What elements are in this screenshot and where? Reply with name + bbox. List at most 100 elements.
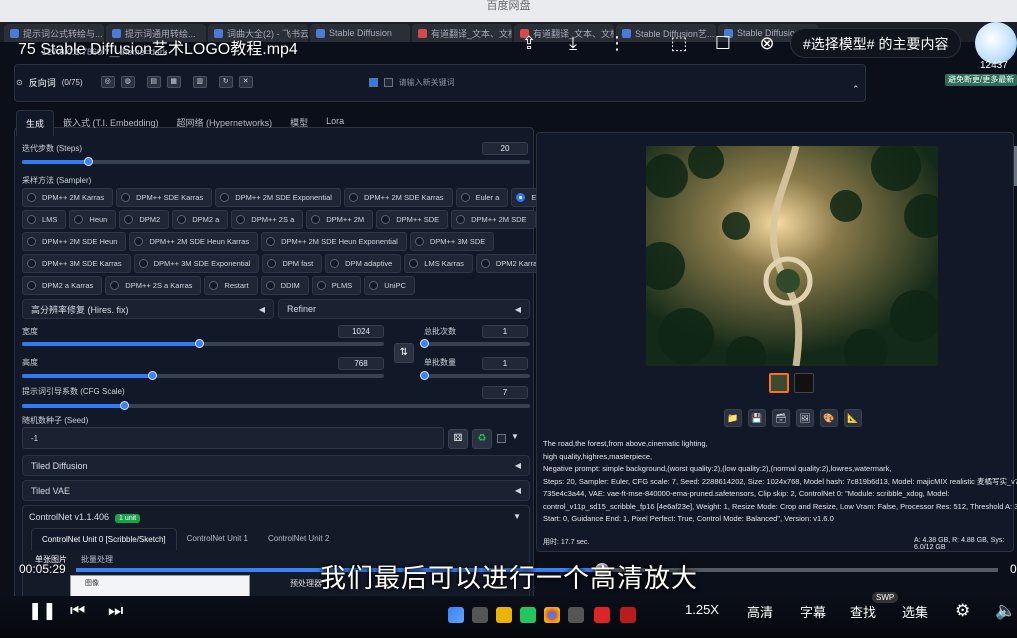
sampler-option[interactable]: DPM++ 3M SDE Karras xyxy=(22,254,131,273)
find-button[interactable]: 查找 xyxy=(850,602,876,621)
sampler-option[interactable]: DPM++ 3M SDE Exponential xyxy=(133,254,260,273)
captions-button[interactable]: 字幕 xyxy=(800,602,826,621)
cfg-slider[interactable] xyxy=(22,401,530,410)
sampler-option[interactable]: DPM++ 3M SDE xyxy=(409,232,495,251)
grid-icon[interactable]: ▥ xyxy=(192,76,207,88)
sampler-option[interactable]: DPM2 a Karras xyxy=(22,276,103,295)
sampler-option[interactable]: DPM++ 2M SDE xyxy=(451,210,536,229)
sampler-option[interactable]: DPM fast xyxy=(262,254,323,273)
sampler-option[interactable]: DPM++ 2M SDE Karras xyxy=(343,188,453,207)
chrome-icon[interactable] xyxy=(544,607,560,623)
sampler-option[interactable]: Heun xyxy=(69,210,117,229)
generated-image[interactable] xyxy=(646,146,938,366)
batch-size-slider[interactable] xyxy=(420,371,530,380)
hires-fix-section[interactable]: 高分辨率修复 (Hires. fix) ◀ xyxy=(22,299,274,319)
thumbnail-selected[interactable] xyxy=(769,373,789,393)
batch-size-input[interactable]: 1 xyxy=(482,357,528,370)
speed-button[interactable]: 1.25X xyxy=(685,602,719,617)
archive-icon[interactable]: 🗃 xyxy=(772,409,790,427)
refresh-icon[interactable]: ↻ xyxy=(218,76,233,88)
sampler-option[interactable]: DPM++ 2S a xyxy=(231,210,304,229)
wps-icon[interactable] xyxy=(594,607,610,623)
sampler-option[interactable]: DPM++ 2M SDE Heun Karras xyxy=(129,232,259,251)
steps-input[interactable]: 20 xyxy=(482,142,528,155)
img2img-icon[interactable]: 🖼 xyxy=(796,409,814,427)
episodes-button[interactable]: 选集 xyxy=(902,602,928,621)
explorer-icon[interactable] xyxy=(496,607,512,623)
sampler-option[interactable]: DPM++ 2M SDE Exponential xyxy=(215,188,341,207)
sampler-option[interactable]: LMS Karras xyxy=(404,254,473,273)
sampler-option[interactable]: DDIM xyxy=(260,276,309,295)
tab-batch[interactable]: 批量处理 xyxy=(81,554,113,565)
edge-icon[interactable] xyxy=(568,607,584,623)
prev-icon[interactable]: ⏮ xyxy=(70,601,85,621)
expand-icon[interactable]: ⊙ xyxy=(16,78,23,87)
chevron-down-icon[interactable]: ▼ xyxy=(513,512,521,521)
sampler-option[interactable]: DPM adaptive xyxy=(325,254,402,273)
sampler-option[interactable]: PLMS xyxy=(311,276,362,295)
tab-2[interactable]: 超网络 (Hypernetworks) xyxy=(168,110,282,136)
controlnet-unit-tab[interactable]: ControlNet Unit 0 [Scribble/Sketch] xyxy=(31,528,177,550)
tiled-vae-section[interactable]: Tiled VAE ◀ xyxy=(22,480,530,501)
browser-tab[interactable]: Stable Diffusion xyxy=(310,24,410,42)
controlnet-unit-tab[interactable]: ControlNet Unit 1 xyxy=(177,528,258,550)
keyword-toggle[interactable] xyxy=(383,77,393,87)
sampler-option[interactable]: DPM++ SDE xyxy=(376,210,449,229)
chevron-down-icon[interactable]: ▼ xyxy=(511,432,519,441)
recycle-icon[interactable]: ♻ xyxy=(472,429,492,449)
save-icon[interactable]: ▤ xyxy=(146,76,161,88)
tiled-diffusion-section[interactable]: Tiled Diffusion ◀ xyxy=(22,455,530,476)
ruler-icon[interactable]: 📐 xyxy=(844,409,862,427)
maximize-icon[interactable]: ☐ xyxy=(712,32,734,54)
url-bar[interactable]: 127.0.0.1:7860/?__theme=dark xyxy=(42,47,482,61)
keyword-checkbox[interactable] xyxy=(368,77,378,87)
keyword-search-input[interactable]: 请输入新关键词 xyxy=(399,77,455,88)
swap-dimensions-button[interactable]: ⇅ xyxy=(394,343,414,363)
palette-icon[interactable]: 🎨 xyxy=(820,409,838,427)
download-icon[interactable]: ⤓ xyxy=(562,32,584,54)
tab-3[interactable]: 模型 xyxy=(281,110,317,136)
load-icon[interactable]: ▦ xyxy=(166,76,181,88)
collapse-icon[interactable]: ⌃ xyxy=(852,84,860,95)
sampler-option[interactable]: DPM++ 2M SDE Heun Exponential xyxy=(261,232,407,251)
width-slider[interactable] xyxy=(22,339,384,348)
sampler-option[interactable]: DPM2 a xyxy=(172,210,229,229)
sampler-option[interactable]: LMS xyxy=(22,210,67,229)
paint-icon[interactable]: ◍ xyxy=(120,76,135,88)
settings-icon[interactable]: ⚙ xyxy=(955,601,970,621)
tab-0[interactable]: 生成 xyxy=(16,110,55,136)
more-icon[interactable]: ⋮ xyxy=(606,32,628,54)
next-icon[interactable]: ⏭ xyxy=(108,601,123,621)
sampler-option[interactable]: DPM++ 2S a Karras xyxy=(105,276,202,295)
folder-icon[interactable]: 📁 xyxy=(724,409,742,427)
screen-record-icon[interactable]: ⬚ xyxy=(668,32,690,54)
topic-pill[interactable]: #选择模型# 的主要内容 xyxy=(790,28,962,58)
avatar[interactable] xyxy=(975,22,1017,64)
close-icon[interactable]: ⊗ xyxy=(756,32,778,54)
style-icon[interactable]: ◎ xyxy=(100,76,115,88)
tab-1[interactable]: 嵌入式 (T.I. Embedding) xyxy=(54,110,168,136)
sampler-option[interactable]: DPM++ SDE Karras xyxy=(116,188,213,207)
pause-icon[interactable]: ❚❚ xyxy=(28,601,57,621)
share-icon[interactable]: ⇪ xyxy=(518,32,540,54)
width-input[interactable]: 1024 xyxy=(338,325,384,338)
volume-icon[interactable]: 🔈 xyxy=(995,601,1016,621)
taskview-icon[interactable] xyxy=(472,607,488,623)
quality-button[interactable]: 高清 xyxy=(747,602,773,621)
controlnet-unit-tab[interactable]: ControlNet Unit 2 xyxy=(258,528,339,550)
steps-slider[interactable] xyxy=(22,157,530,166)
sampler-option[interactable]: Restart xyxy=(204,276,258,295)
sampler-option[interactable]: Euler a xyxy=(455,188,509,207)
browser-tab[interactable]: 有道翻译_文本、文档... xyxy=(412,24,512,42)
height-input[interactable]: 768 xyxy=(338,357,384,370)
batch-count-input[interactable]: 1 xyxy=(482,325,528,338)
sampler-option[interactable]: UniPC xyxy=(364,276,415,295)
batch-count-slider[interactable] xyxy=(420,339,530,348)
cfg-input[interactable]: 7 xyxy=(482,386,528,399)
wps-writer-icon[interactable] xyxy=(620,607,636,623)
save-icon[interactable]: 💾 xyxy=(748,409,766,427)
controlnet-header[interactable]: ControlNet v1.1.406 1 unit xyxy=(29,512,141,523)
trash-icon[interactable]: ✕ xyxy=(238,76,253,88)
thumbnail-controlnet[interactable] xyxy=(794,373,814,393)
app-icon[interactable] xyxy=(520,607,536,623)
